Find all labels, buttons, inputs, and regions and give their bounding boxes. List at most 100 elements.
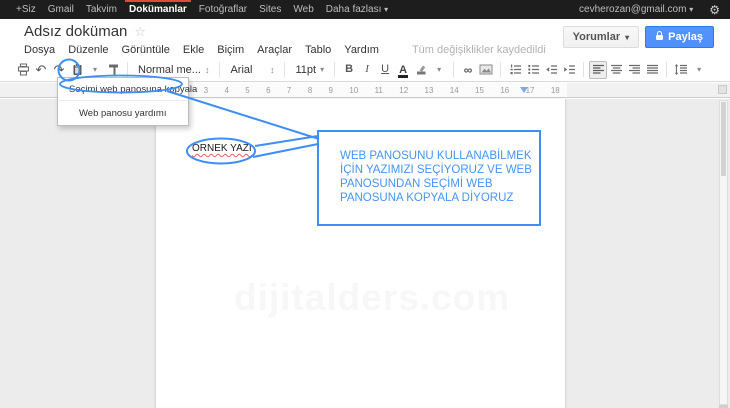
increase-indent-icon[interactable]	[560, 61, 578, 79]
numbered-list-icon[interactable]	[506, 61, 524, 79]
bold-button[interactable]: B	[340, 61, 358, 79]
topbar-item-gmail[interactable]: Gmail	[42, 0, 80, 19]
topbar-item-documents[interactable]: Dokümanlar	[123, 0, 193, 19]
menu-tools[interactable]: Araçlar	[257, 44, 292, 56]
ruler-tick: 9	[329, 86, 333, 95]
comments-button[interactable]: Yorumlar ▾	[563, 26, 640, 48]
lock-icon	[656, 35, 663, 40]
print-icon[interactable]	[14, 61, 32, 79]
scrollbar-thumb[interactable]	[721, 102, 726, 176]
google-bar: +Siz Gmail Takvim Dokümanlar Fotoğraflar…	[0, 0, 730, 19]
menu-format[interactable]: Biçim	[217, 44, 244, 56]
toolbar-separator	[453, 62, 454, 77]
align-justify-icon[interactable]	[643, 61, 661, 79]
ruler-tick: 3	[204, 86, 208, 95]
menu-item-web-clipboard-help[interactable]: Web panosu yardımı	[58, 103, 188, 123]
chevron-down-icon: ▾	[689, 5, 693, 14]
ruler-tick: 7	[287, 86, 291, 95]
scroll-up-button[interactable]	[718, 85, 727, 94]
menu-insert[interactable]: Ekle	[183, 44, 204, 56]
highlight-color-button[interactable]	[412, 61, 430, 79]
ruler-ticks: 123456789101112131415161718	[155, 83, 567, 97]
document-title[interactable]: Adsız doküman	[24, 23, 127, 40]
paint-format-icon[interactable]	[104, 61, 122, 79]
watermark: dijitalders.com	[234, 277, 510, 319]
font-dropdown[interactable]: Arial ↕	[225, 61, 279, 79]
topbar-item-calendar[interactable]: Takvim	[80, 0, 123, 19]
topbar-item-more[interactable]: Daha fazlası ▾	[320, 0, 394, 19]
menu-separator	[59, 100, 187, 101]
save-status: Tüm değişiklikler kaydedildi	[412, 44, 546, 56]
menu-file[interactable]: Dosya	[24, 44, 55, 56]
ruler-tick: 13	[425, 86, 434, 95]
decrease-indent-icon[interactable]	[542, 61, 560, 79]
toolbar-separator	[284, 62, 285, 77]
ruler-tick: 5	[245, 86, 249, 95]
toolbar-separator	[127, 62, 128, 77]
insert-link-icon[interactable]: ∞	[459, 61, 477, 79]
comments-label: Yorumlar	[573, 31, 620, 43]
share-label: Paylaş	[668, 31, 703, 43]
annotation-callout-box: WEB PANOSUNU KULLANABİLMEK İÇİN YAZIMIZI…	[317, 130, 541, 226]
ruler-page-area: 123456789101112131415161718	[155, 83, 567, 97]
text-color-button[interactable]: A	[394, 61, 412, 79]
topbar-item-web[interactable]: Web	[287, 0, 319, 19]
line-spacing-icon[interactable]	[672, 61, 690, 79]
ruler-tick: 14	[450, 86, 459, 95]
line-spacing-caret[interactable]: ▾	[690, 61, 708, 79]
menu-table[interactable]: Tablo	[305, 44, 331, 56]
web-clipboard-icon[interactable]	[68, 61, 86, 79]
font-size-dropdown[interactable]: 11pt ▾	[290, 61, 329, 79]
toolbar-separator	[219, 62, 220, 77]
styles-dropdown[interactable]: Normal me... ↕	[133, 61, 214, 79]
menu-item-label: Seçimi web panosuna kopyala	[69, 84, 197, 95]
share-button[interactable]: Paylaş	[645, 26, 714, 48]
topbar-item-plus-you[interactable]: +Siz	[10, 0, 42, 19]
topbar-item-sites[interactable]: Sites	[253, 0, 287, 19]
font-value: Arial	[230, 64, 252, 76]
highlight-dropdown-caret[interactable]: ▾	[430, 61, 448, 79]
text-color-label: A	[398, 64, 408, 76]
underline-button[interactable]: U	[376, 61, 394, 79]
align-center-icon[interactable]	[607, 61, 625, 79]
menu-edit[interactable]: Düzenle	[68, 44, 108, 56]
toolbar-separator	[666, 62, 667, 77]
toolbar-separator	[583, 62, 584, 77]
document-area: dijitalders.com ÖRNEK YAZI WEB PANOSUNU …	[0, 99, 730, 408]
align-left-icon[interactable]	[589, 61, 607, 79]
italic-button[interactable]: I	[358, 61, 376, 79]
toolbar-separator	[334, 62, 335, 77]
spinner-icon: ↕	[270, 65, 275, 75]
web-clipboard-dropdown-caret[interactable]: ▾	[86, 61, 104, 79]
vertical-scrollbar[interactable]	[719, 100, 728, 405]
menu-view[interactable]: Görüntüle	[122, 44, 170, 56]
ruler-tick: 11	[375, 86, 383, 95]
spinner-icon: ↕	[205, 65, 210, 75]
star-icon[interactable]: ☆	[134, 24, 146, 40]
topbar-item-photos[interactable]: Fotoğraflar	[193, 0, 253, 19]
styles-value: Normal me...	[138, 64, 201, 76]
align-right-icon[interactable]	[625, 61, 643, 79]
menu-bar: Dosya Düzenle Görüntüle Ekle Biçim Araçl…	[24, 44, 546, 56]
toolbar-separator	[500, 62, 501, 77]
bulleted-list-icon[interactable]	[524, 61, 542, 79]
menu-item-copy-to-web-clipboard[interactable]: Seçimi web panosuna kopyala	[58, 80, 188, 98]
ruler-tick: 8	[308, 86, 312, 95]
web-clipboard-menu: Seçimi web panosuna kopyala Web panosu y…	[57, 77, 189, 126]
chevron-down-icon: ▾	[625, 33, 629, 42]
insert-image-icon[interactable]	[477, 61, 495, 79]
account-email: cevherozan@gmail.com	[579, 4, 686, 15]
document-header: Adsız doküman ☆ Dosya Düzenle Görüntüle …	[0, 19, 730, 58]
ruler-tick: 10	[349, 86, 358, 95]
redo-icon[interactable]: ↷	[50, 61, 68, 79]
undo-icon[interactable]: ↶	[32, 61, 50, 79]
ruler-tick: 15	[475, 86, 484, 95]
account-menu[interactable]: cevherozan@gmail.com ▾	[573, 0, 699, 19]
ruler-tick: 6	[266, 86, 270, 95]
ruler-tick: 16	[500, 86, 509, 95]
gear-icon[interactable]: ⚙	[709, 3, 720, 17]
menu-help[interactable]: Yardım	[344, 44, 379, 56]
chevron-down-icon: ▾	[320, 65, 324, 74]
right-indent-marker[interactable]	[520, 87, 528, 93]
ruler-tick: 4	[224, 86, 228, 95]
